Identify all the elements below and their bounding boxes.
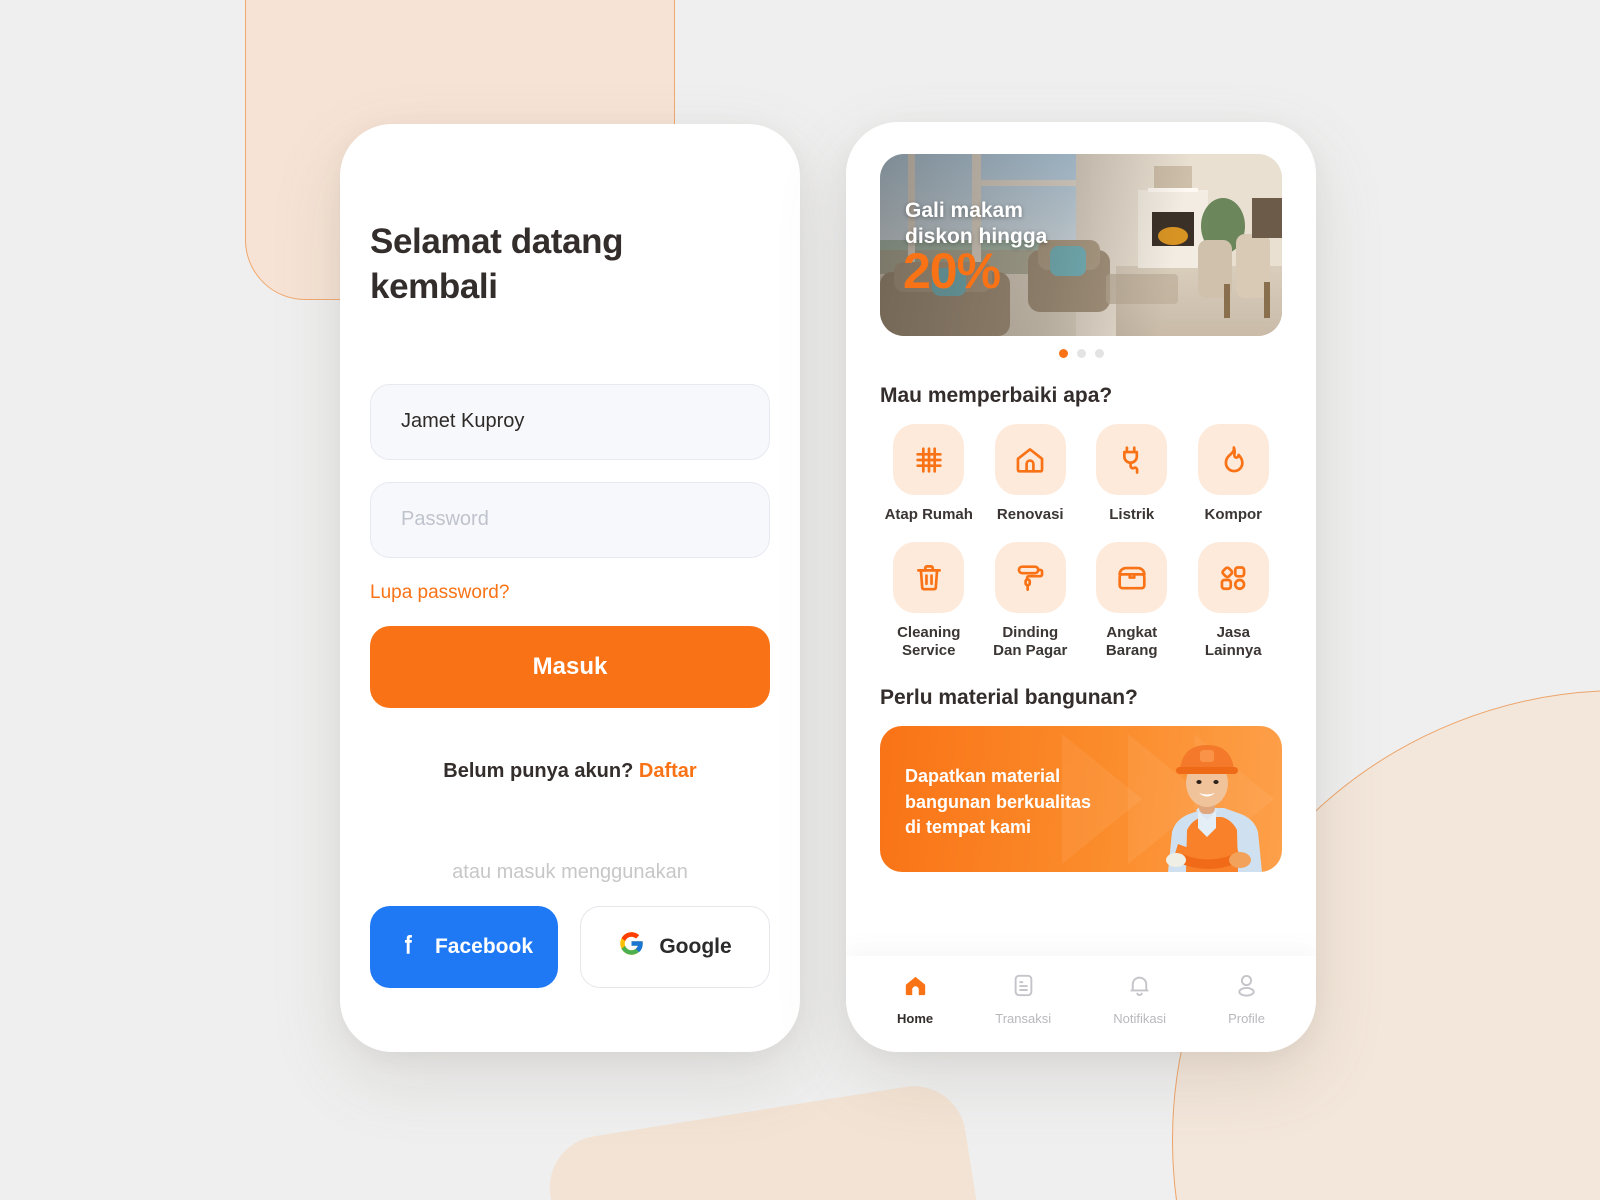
bell-icon (1126, 972, 1153, 1004)
service-item-atap-rumah[interactable]: Atap Rumah (880, 424, 978, 524)
google-icon (618, 930, 645, 963)
social-login-row: Facebook Google (370, 905, 770, 988)
material-section-title: Perlu material bangunan? (880, 686, 1138, 709)
nav-item-notifikasi[interactable]: Notifikasi (1113, 972, 1166, 1026)
service-label: Kompor (1204, 506, 1263, 523)
service-label: Renovasi (996, 506, 1064, 523)
nav-item-transaksi[interactable]: Transaksi (995, 972, 1051, 1026)
document-icon (1010, 972, 1037, 1004)
username-value: Jamet Kuproy (401, 410, 525, 433)
nav-item-profile[interactable]: Profile (1228, 972, 1265, 1026)
background-decorations (0, 0, 1600, 1200)
carousel-dot-2[interactable] (1076, 349, 1086, 358)
promo-hero-banner[interactable]: Gali makam diskon hingga 20% (880, 154, 1282, 336)
service-item-dinding-dan-pagar[interactable]: Dinding Dan Pagar (982, 542, 1080, 660)
hero-discount-value: 20% (903, 243, 1001, 299)
alt-login-label: atau masuk menggunakan (452, 860, 688, 883)
carousel-dot-3[interactable] (1094, 349, 1104, 358)
username-field[interactable]: Jamet Kuproy (370, 383, 770, 460)
service-item-kompor[interactable]: Kompor (1185, 424, 1283, 524)
house-icon (994, 424, 1066, 495)
service-item-jasa-lainnya[interactable]: Jasa Lainnya (1185, 542, 1283, 660)
password-field[interactable]: Password (370, 481, 770, 558)
signup-prompt-text: Belum punya akun? (443, 759, 634, 782)
nav-label: Profile (1228, 1011, 1265, 1026)
facebook-login-label: Facebook (434, 934, 534, 958)
person-icon (1233, 972, 1260, 1004)
login-form: Selamat datang kembali Jamet Kuproy Pass… (340, 124, 800, 988)
service-item-renovasi[interactable]: Renovasi (982, 424, 1080, 524)
service-label: Cleaning Service (897, 624, 961, 659)
nav-label: Transaksi (995, 1011, 1052, 1026)
material-promo-banner[interactable]: Dapatkan material bangunan berkualitas d… (880, 726, 1282, 872)
home-icon (902, 972, 929, 1004)
password-placeholder: Password (401, 508, 489, 531)
service-label: Atap Rumah (884, 506, 973, 523)
worker-photo (1166, 745, 1262, 872)
google-login-button[interactable]: Google (580, 905, 770, 988)
home-screen-card: Gali makam diskon hingga 20% Mau memperb… (846, 122, 1316, 1052)
bottom-navigation-bar: Home Transaksi Notifikasi Profile (846, 956, 1316, 1052)
carousel-dots[interactable] (880, 349, 1282, 358)
services-section-title: Mau memperbaiki apa? (880, 384, 1113, 407)
nav-label: Notifikasi (1113, 1011, 1166, 1026)
signup-prompt-row: Belum punya akun? Daftar (370, 760, 770, 783)
service-item-cleaning-service[interactable]: Cleaning Service (880, 542, 978, 660)
google-login-label: Google (659, 934, 732, 958)
signup-link[interactable]: Daftar (639, 760, 697, 782)
box-icon (1096, 542, 1168, 613)
home-content: Gali makam diskon hingga 20% Mau memperb… (846, 122, 1316, 980)
service-item-listrik[interactable]: Listrik (1083, 424, 1181, 524)
service-label: Jasa Lainnya (1204, 624, 1262, 659)
service-label: Listrik (1109, 506, 1155, 523)
login-screen-card: Selamat datang kembali Jamet Kuproy Pass… (340, 124, 800, 1052)
material-banner-text: Dapatkan material bangunan berkualitas d… (905, 766, 1092, 838)
service-label: Angkat Barang (1105, 624, 1158, 659)
plug-icon (1096, 424, 1168, 495)
page-title: Selamat datang kembali (370, 222, 624, 306)
facebook-icon (395, 931, 421, 963)
apps-grid-icon (1197, 542, 1269, 613)
forgot-password-link[interactable]: Lupa password? (370, 582, 509, 604)
service-item-angkat-barang[interactable]: Angkat Barang (1083, 542, 1181, 660)
flame-icon (1197, 424, 1269, 495)
carousel-dot-1[interactable] (1058, 349, 1068, 358)
facebook-login-button[interactable]: Facebook (370, 905, 558, 988)
decorative-shape-bottom-center (542, 1078, 998, 1200)
paint-roller-icon (994, 542, 1066, 613)
service-label: Dinding Dan Pagar (993, 624, 1068, 659)
trash-icon (893, 542, 965, 613)
grid-roof-icon (893, 424, 965, 495)
login-submit-button[interactable]: Masuk (370, 625, 770, 708)
services-grid: Atap Rumah Renovasi Listrik Kompor Clean… (880, 424, 1282, 660)
nav-label: Home (897, 1011, 934, 1026)
nav-item-home[interactable]: Home (897, 972, 933, 1026)
